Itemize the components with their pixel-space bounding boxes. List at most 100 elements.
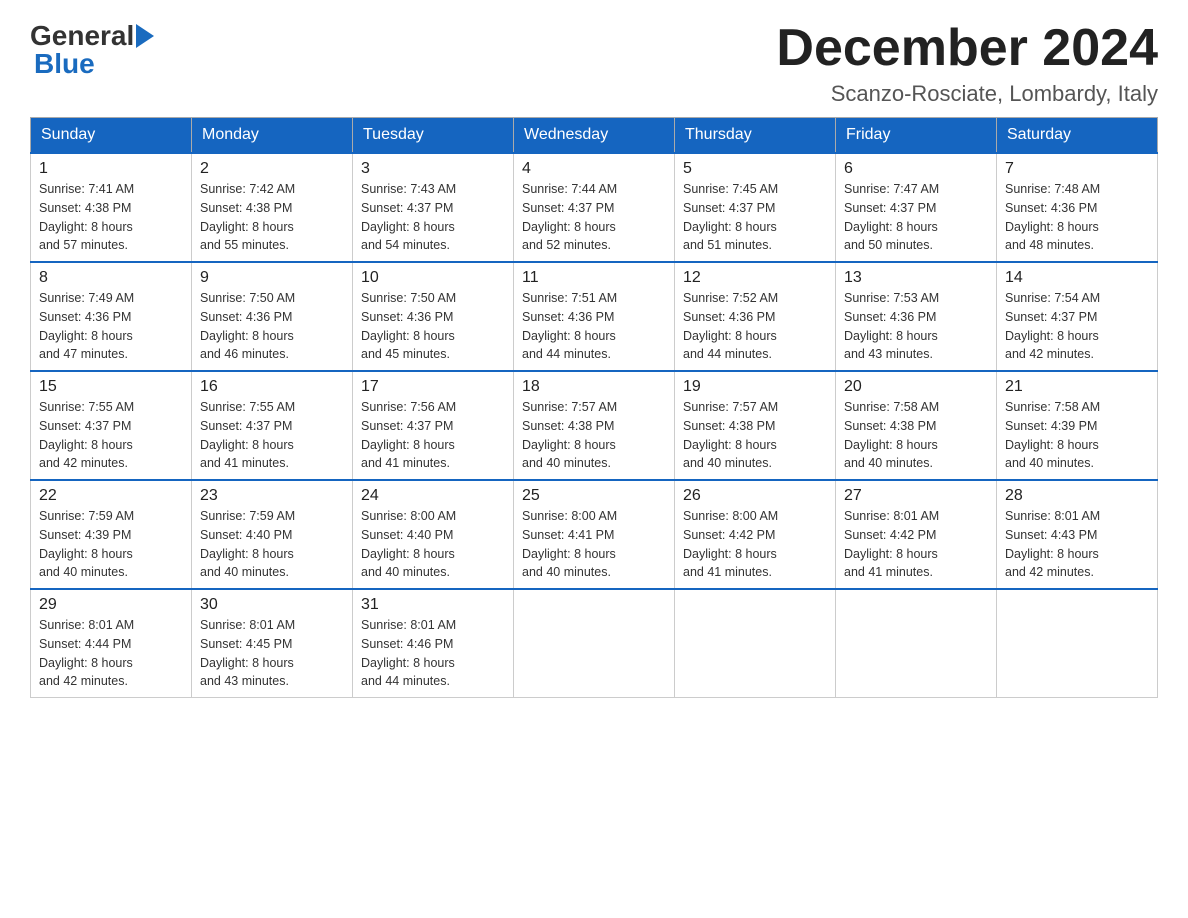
day-number: 1 bbox=[39, 160, 183, 178]
logo: General Blue bbox=[30, 20, 156, 80]
calendar-day-cell: 20 Sunrise: 7:58 AM Sunset: 4:38 PM Dayl… bbox=[836, 371, 997, 480]
calendar-week-row: 22 Sunrise: 7:59 AM Sunset: 4:39 PM Dayl… bbox=[31, 480, 1158, 589]
day-info: Sunrise: 7:50 AM Sunset: 4:36 PM Dayligh… bbox=[200, 289, 344, 364]
day-info: Sunrise: 7:53 AM Sunset: 4:36 PM Dayligh… bbox=[844, 289, 988, 364]
calendar-day-cell: 10 Sunrise: 7:50 AM Sunset: 4:36 PM Dayl… bbox=[353, 262, 514, 371]
day-of-week-header: Monday bbox=[192, 118, 353, 154]
day-info: Sunrise: 8:00 AM Sunset: 4:40 PM Dayligh… bbox=[361, 507, 505, 582]
calendar-day-cell: 30 Sunrise: 8:01 AM Sunset: 4:45 PM Dayl… bbox=[192, 589, 353, 698]
calendar-day-cell: 16 Sunrise: 7:55 AM Sunset: 4:37 PM Dayl… bbox=[192, 371, 353, 480]
day-number: 6 bbox=[844, 160, 988, 178]
day-info: Sunrise: 7:43 AM Sunset: 4:37 PM Dayligh… bbox=[361, 180, 505, 255]
calendar-day-cell: 29 Sunrise: 8:01 AM Sunset: 4:44 PM Dayl… bbox=[31, 589, 192, 698]
day-number: 5 bbox=[683, 160, 827, 178]
day-number: 25 bbox=[522, 487, 666, 505]
day-number: 3 bbox=[361, 160, 505, 178]
calendar-day-cell: 18 Sunrise: 7:57 AM Sunset: 4:38 PM Dayl… bbox=[514, 371, 675, 480]
day-of-week-header: Tuesday bbox=[353, 118, 514, 154]
calendar-day-cell: 24 Sunrise: 8:00 AM Sunset: 4:40 PM Dayl… bbox=[353, 480, 514, 589]
day-number: 9 bbox=[200, 269, 344, 287]
day-number: 4 bbox=[522, 160, 666, 178]
calendar-week-row: 15 Sunrise: 7:55 AM Sunset: 4:37 PM Dayl… bbox=[31, 371, 1158, 480]
calendar-day-cell: 28 Sunrise: 8:01 AM Sunset: 4:43 PM Dayl… bbox=[997, 480, 1158, 589]
calendar-day-cell: 31 Sunrise: 8:01 AM Sunset: 4:46 PM Dayl… bbox=[353, 589, 514, 698]
calendar-day-cell: 11 Sunrise: 7:51 AM Sunset: 4:36 PM Dayl… bbox=[514, 262, 675, 371]
calendar-week-row: 8 Sunrise: 7:49 AM Sunset: 4:36 PM Dayli… bbox=[31, 262, 1158, 371]
title-section: December 2024 Scanzo-Rosciate, Lombardy,… bbox=[776, 20, 1158, 107]
calendar-day-cell: 5 Sunrise: 7:45 AM Sunset: 4:37 PM Dayli… bbox=[675, 153, 836, 262]
day-number: 28 bbox=[1005, 487, 1149, 505]
calendar-day-cell: 8 Sunrise: 7:49 AM Sunset: 4:36 PM Dayli… bbox=[31, 262, 192, 371]
calendar-day-cell bbox=[675, 589, 836, 698]
day-number: 31 bbox=[361, 596, 505, 614]
day-number: 29 bbox=[39, 596, 183, 614]
day-number: 8 bbox=[39, 269, 183, 287]
day-number: 22 bbox=[39, 487, 183, 505]
calendar-subtitle: Scanzo-Rosciate, Lombardy, Italy bbox=[776, 81, 1158, 107]
day-info: Sunrise: 8:01 AM Sunset: 4:43 PM Dayligh… bbox=[1005, 507, 1149, 582]
day-number: 7 bbox=[1005, 160, 1149, 178]
day-number: 15 bbox=[39, 378, 183, 396]
day-info: Sunrise: 8:01 AM Sunset: 4:46 PM Dayligh… bbox=[361, 616, 505, 691]
day-number: 23 bbox=[200, 487, 344, 505]
calendar-table: SundayMondayTuesdayWednesdayThursdayFrid… bbox=[30, 117, 1158, 698]
day-info: Sunrise: 8:01 AM Sunset: 4:42 PM Dayligh… bbox=[844, 507, 988, 582]
calendar-day-cell: 19 Sunrise: 7:57 AM Sunset: 4:38 PM Dayl… bbox=[675, 371, 836, 480]
calendar-day-cell: 1 Sunrise: 7:41 AM Sunset: 4:38 PM Dayli… bbox=[31, 153, 192, 262]
day-info: Sunrise: 7:55 AM Sunset: 4:37 PM Dayligh… bbox=[39, 398, 183, 473]
logo-arrow-icon bbox=[136, 24, 154, 48]
day-number: 21 bbox=[1005, 378, 1149, 396]
day-of-week-header: Sunday bbox=[31, 118, 192, 154]
calendar-day-cell: 17 Sunrise: 7:56 AM Sunset: 4:37 PM Dayl… bbox=[353, 371, 514, 480]
calendar-day-cell bbox=[836, 589, 997, 698]
day-info: Sunrise: 7:59 AM Sunset: 4:40 PM Dayligh… bbox=[200, 507, 344, 582]
day-of-week-header: Friday bbox=[836, 118, 997, 154]
day-number: 20 bbox=[844, 378, 988, 396]
calendar-day-cell: 4 Sunrise: 7:44 AM Sunset: 4:37 PM Dayli… bbox=[514, 153, 675, 262]
calendar-day-cell: 26 Sunrise: 8:00 AM Sunset: 4:42 PM Dayl… bbox=[675, 480, 836, 589]
day-number: 13 bbox=[844, 269, 988, 287]
calendar-week-row: 1 Sunrise: 7:41 AM Sunset: 4:38 PM Dayli… bbox=[31, 153, 1158, 262]
day-number: 27 bbox=[844, 487, 988, 505]
day-info: Sunrise: 8:00 AM Sunset: 4:41 PM Dayligh… bbox=[522, 507, 666, 582]
day-info: Sunrise: 7:47 AM Sunset: 4:37 PM Dayligh… bbox=[844, 180, 988, 255]
day-number: 2 bbox=[200, 160, 344, 178]
page-header: General Blue December 2024 Scanzo-Roscia… bbox=[30, 20, 1158, 107]
day-number: 19 bbox=[683, 378, 827, 396]
day-info: Sunrise: 7:49 AM Sunset: 4:36 PM Dayligh… bbox=[39, 289, 183, 364]
day-info: Sunrise: 7:41 AM Sunset: 4:38 PM Dayligh… bbox=[39, 180, 183, 255]
day-info: Sunrise: 7:51 AM Sunset: 4:36 PM Dayligh… bbox=[522, 289, 666, 364]
day-number: 16 bbox=[200, 378, 344, 396]
calendar-day-cell: 15 Sunrise: 7:55 AM Sunset: 4:37 PM Dayl… bbox=[31, 371, 192, 480]
calendar-day-cell: 25 Sunrise: 8:00 AM Sunset: 4:41 PM Dayl… bbox=[514, 480, 675, 589]
calendar-title: December 2024 bbox=[776, 20, 1158, 77]
calendar-day-cell: 23 Sunrise: 7:59 AM Sunset: 4:40 PM Dayl… bbox=[192, 480, 353, 589]
day-info: Sunrise: 7:45 AM Sunset: 4:37 PM Dayligh… bbox=[683, 180, 827, 255]
day-info: Sunrise: 8:01 AM Sunset: 4:45 PM Dayligh… bbox=[200, 616, 344, 691]
day-info: Sunrise: 7:57 AM Sunset: 4:38 PM Dayligh… bbox=[683, 398, 827, 473]
day-number: 14 bbox=[1005, 269, 1149, 287]
day-info: Sunrise: 7:57 AM Sunset: 4:38 PM Dayligh… bbox=[522, 398, 666, 473]
calendar-day-cell bbox=[514, 589, 675, 698]
day-number: 24 bbox=[361, 487, 505, 505]
day-header-row: SundayMondayTuesdayWednesdayThursdayFrid… bbox=[31, 118, 1158, 154]
day-info: Sunrise: 7:58 AM Sunset: 4:39 PM Dayligh… bbox=[1005, 398, 1149, 473]
day-info: Sunrise: 7:50 AM Sunset: 4:36 PM Dayligh… bbox=[361, 289, 505, 364]
day-info: Sunrise: 8:00 AM Sunset: 4:42 PM Dayligh… bbox=[683, 507, 827, 582]
day-info: Sunrise: 8:01 AM Sunset: 4:44 PM Dayligh… bbox=[39, 616, 183, 691]
calendar-day-cell: 3 Sunrise: 7:43 AM Sunset: 4:37 PM Dayli… bbox=[353, 153, 514, 262]
calendar-day-cell: 7 Sunrise: 7:48 AM Sunset: 4:36 PM Dayli… bbox=[997, 153, 1158, 262]
day-number: 11 bbox=[522, 269, 666, 287]
day-number: 30 bbox=[200, 596, 344, 614]
calendar-day-cell: 9 Sunrise: 7:50 AM Sunset: 4:36 PM Dayli… bbox=[192, 262, 353, 371]
day-info: Sunrise: 7:42 AM Sunset: 4:38 PM Dayligh… bbox=[200, 180, 344, 255]
day-number: 10 bbox=[361, 269, 505, 287]
day-number: 26 bbox=[683, 487, 827, 505]
day-info: Sunrise: 7:59 AM Sunset: 4:39 PM Dayligh… bbox=[39, 507, 183, 582]
calendar-day-cell: 22 Sunrise: 7:59 AM Sunset: 4:39 PM Dayl… bbox=[31, 480, 192, 589]
day-info: Sunrise: 7:44 AM Sunset: 4:37 PM Dayligh… bbox=[522, 180, 666, 255]
day-number: 18 bbox=[522, 378, 666, 396]
calendar-day-cell: 13 Sunrise: 7:53 AM Sunset: 4:36 PM Dayl… bbox=[836, 262, 997, 371]
calendar-day-cell: 14 Sunrise: 7:54 AM Sunset: 4:37 PM Dayl… bbox=[997, 262, 1158, 371]
day-of-week-header: Saturday bbox=[997, 118, 1158, 154]
